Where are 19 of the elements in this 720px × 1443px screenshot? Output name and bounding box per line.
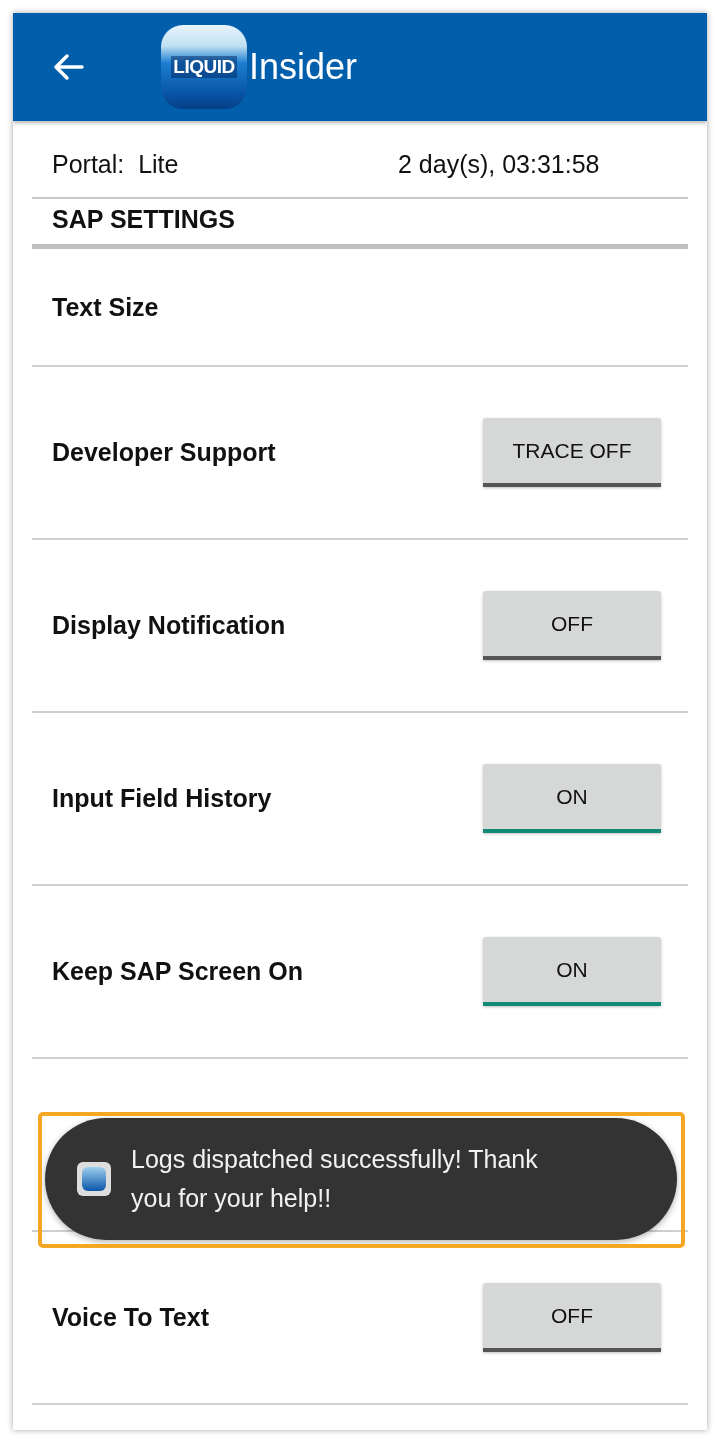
logo-icon: LIQUID — [161, 25, 247, 109]
license-value: 2 day(s), 03:31:58 — [398, 149, 600, 179]
setting-label: Display Notification — [52, 611, 286, 640]
setting-label: Voice To Text — [52, 1303, 209, 1332]
app-title: Insider — [249, 46, 358, 88]
section-title: SAP SETTINGS — [52, 205, 235, 233]
setting-label: Developer Support — [52, 438, 276, 467]
toggle-button[interactable]: OFF — [483, 591, 661, 660]
app-icon — [77, 1162, 111, 1196]
setting-label: Keep SAP Screen On — [52, 957, 304, 986]
toggle-button[interactable]: ON — [483, 764, 661, 833]
toggle-button[interactable]: TRACE OFF — [483, 418, 661, 487]
setting-label: Input Field History — [52, 784, 272, 813]
license-label: Portal: Lite — [52, 149, 180, 179]
toast-message: Logs dispatched successfully! Thank you for your help!! — [131, 1144, 539, 1214]
back-icon[interactable] — [52, 53, 84, 81]
toggle-button[interactable]: OFF — [483, 1283, 661, 1352]
setting-label: Text Size — [52, 292, 159, 322]
toggle-button[interactable]: ON — [483, 937, 661, 1006]
